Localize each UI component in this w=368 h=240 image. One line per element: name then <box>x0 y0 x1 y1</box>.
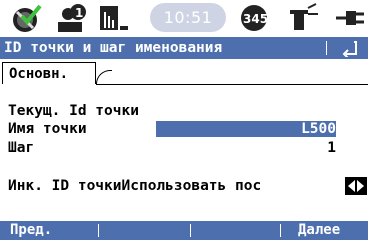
increment-label: Инк. ID точкиИспользовать пос <box>8 178 261 194</box>
page-title: ID точки и шаг именования <box>4 40 223 56</box>
user-info-icon[interactable]: 1 <box>54 0 90 36</box>
plug-icon[interactable] <box>332 0 368 36</box>
step-value[interactable]: 1 <box>327 140 336 156</box>
tab-edge <box>96 70 112 85</box>
return-icon[interactable] <box>340 39 360 57</box>
tab-underline <box>96 84 368 85</box>
softkey-divider-3 <box>280 224 281 237</box>
softkey-divider-1 <box>98 224 99 237</box>
satellite-check-icon[interactable] <box>8 0 44 36</box>
prev-button[interactable]: Пред. <box>10 221 52 240</box>
next-button[interactable]: Далее <box>298 221 340 240</box>
left-right-arrows-icon[interactable] <box>345 177 367 195</box>
title-bar: ID точки и шаг именования <box>0 37 368 59</box>
tab-bar: Основн. <box>0 62 368 86</box>
step-label: Шаг <box>8 140 35 156</box>
svg-text:1: 1 <box>75 6 83 20</box>
antenna-icon[interactable] <box>286 0 322 36</box>
current-id-label: Текущ. Id точки <box>8 103 139 119</box>
data-bars-icon[interactable] <box>96 0 132 36</box>
satellite-count-icon[interactable]: 345 <box>236 0 272 36</box>
clock[interactable]: 10:51 <box>150 3 226 32</box>
point-name-value[interactable]: L500 <box>301 121 336 137</box>
increment-label-text: Инк. ID точки <box>8 178 122 194</box>
point-name-label: Имя точки <box>8 121 87 137</box>
softkey-divider-2 <box>190 224 191 237</box>
svg-text:345: 345 <box>243 12 268 26</box>
softkey-bar: Пред. Далее <box>0 221 368 240</box>
tab-main[interactable]: Основн. <box>2 62 96 84</box>
increment-value[interactable]: Использовать пос <box>122 178 262 194</box>
title-divider <box>326 41 327 55</box>
status-bar: 1 10:51 345 <box>0 0 368 36</box>
